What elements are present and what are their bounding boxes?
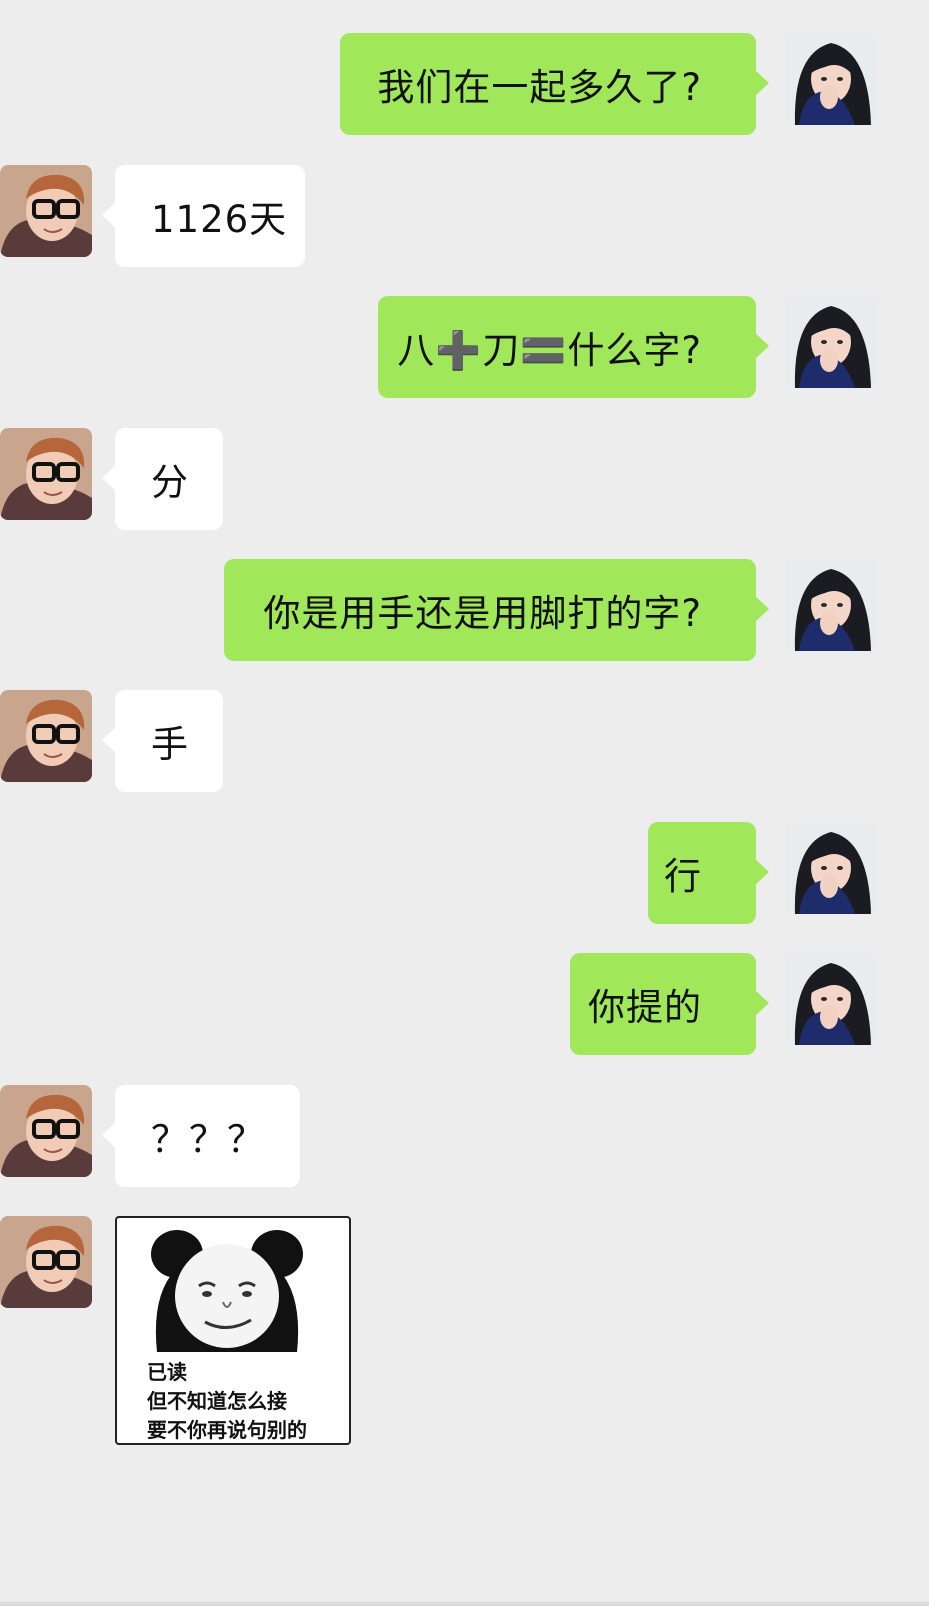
message-text: 行 xyxy=(664,855,702,898)
receiver-avatar-icon[interactable] xyxy=(0,690,92,782)
sent-message-bubble[interactable]: 你提的 xyxy=(570,953,769,1055)
sent-message-bubble[interactable]: 我们在一起多久了? xyxy=(340,33,769,135)
message-text: 1126天 xyxy=(151,198,288,241)
receiver-avatar-icon[interactable] xyxy=(0,165,92,257)
received-message-bubble[interactable]: 分 xyxy=(102,428,223,530)
panda-face-meme-icon xyxy=(151,1230,303,1352)
message-text: ？？？ xyxy=(151,1118,265,1161)
message-text: 你提的 xyxy=(588,986,702,1029)
received-message-bubble[interactable]: ？？？ xyxy=(102,1085,300,1187)
sender-avatar-icon[interactable] xyxy=(785,953,877,1045)
received-message-bubble[interactable]: 手 xyxy=(102,690,223,792)
receiver-avatar-icon[interactable] xyxy=(0,1216,92,1308)
sticker-caption: 已读 但不知道怎么接 要不你再说句别的 xyxy=(147,1358,307,1443)
sticker-caption-line: 要不你再说句别的 xyxy=(147,1418,307,1442)
receiver-avatar-icon[interactable] xyxy=(0,428,92,520)
sticker-caption-line: 但不知道怎么接 xyxy=(147,1389,287,1413)
sent-message-bubble[interactable]: 你是用手还是用脚打的字? xyxy=(224,559,769,661)
divider xyxy=(0,1602,929,1606)
sent-message-bubble[interactable]: 行 xyxy=(648,822,769,924)
sent-message-bubble[interactable]: 八➕刀🟰什么字? xyxy=(378,296,769,398)
message-text: 你是用手还是用脚打的字? xyxy=(263,592,702,635)
received-message-bubble[interactable]: 1126天 xyxy=(102,165,305,267)
message-text: 手 xyxy=(151,723,189,766)
receiver-avatar-icon[interactable] xyxy=(0,1085,92,1177)
message-text: 八➕刀🟰什么字? xyxy=(397,329,702,372)
sender-avatar-icon[interactable] xyxy=(785,822,877,914)
sender-avatar-icon[interactable] xyxy=(785,296,877,388)
sticker-message[interactable]: 已读 但不知道怎么接 要不你再说句别的 xyxy=(115,1216,351,1445)
sender-avatar-icon[interactable] xyxy=(785,33,877,125)
message-text: 分 xyxy=(151,461,189,504)
sender-avatar-icon[interactable] xyxy=(785,559,877,651)
chat-area: 我们在一起多久了? 1126天 八➕刀🟰什么字? 分 你是用手还是用脚打的字? … xyxy=(0,0,929,1606)
message-text: 我们在一起多久了? xyxy=(377,66,702,109)
sticker-caption-line: 已读 xyxy=(147,1360,187,1384)
